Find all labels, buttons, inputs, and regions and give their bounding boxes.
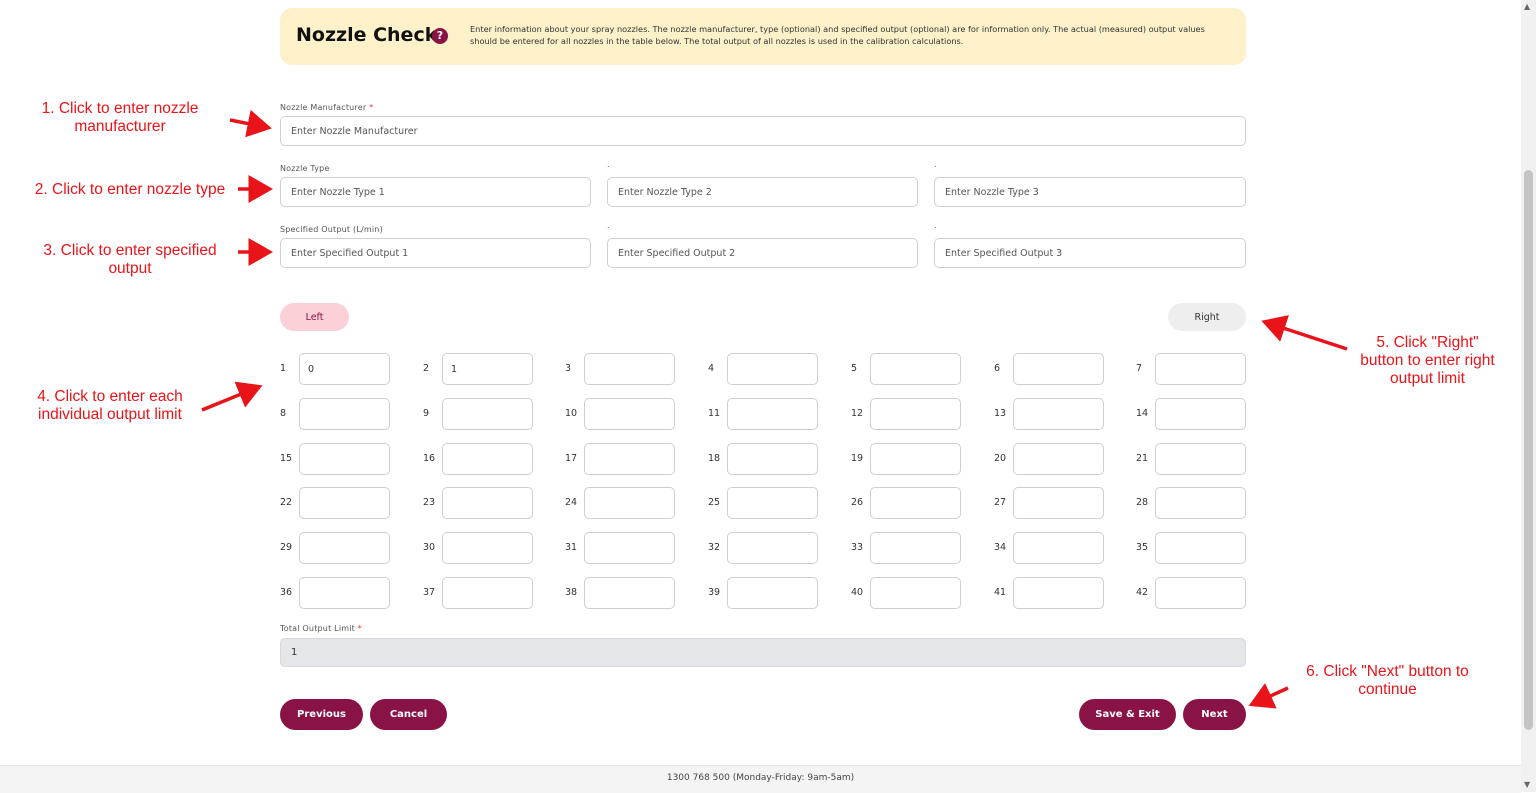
scroll-down-icon[interactable]: ▼ xyxy=(1524,780,1530,789)
vertical-scrollbar[interactable]: ▲ ▼ xyxy=(1521,0,1536,792)
page: Nozzle Check ? Enter information about y… xyxy=(0,0,1521,793)
annotation-arrows xyxy=(201,109,1348,709)
scroll-up-icon[interactable]: ▲ xyxy=(1524,2,1530,11)
arrow-5-icon xyxy=(1261,315,1348,351)
arrow-6-icon xyxy=(1248,683,1289,709)
scrollbar-thumb[interactable] xyxy=(1524,170,1533,730)
arrow-4-icon xyxy=(201,381,263,412)
arrow-1-icon xyxy=(229,109,272,138)
